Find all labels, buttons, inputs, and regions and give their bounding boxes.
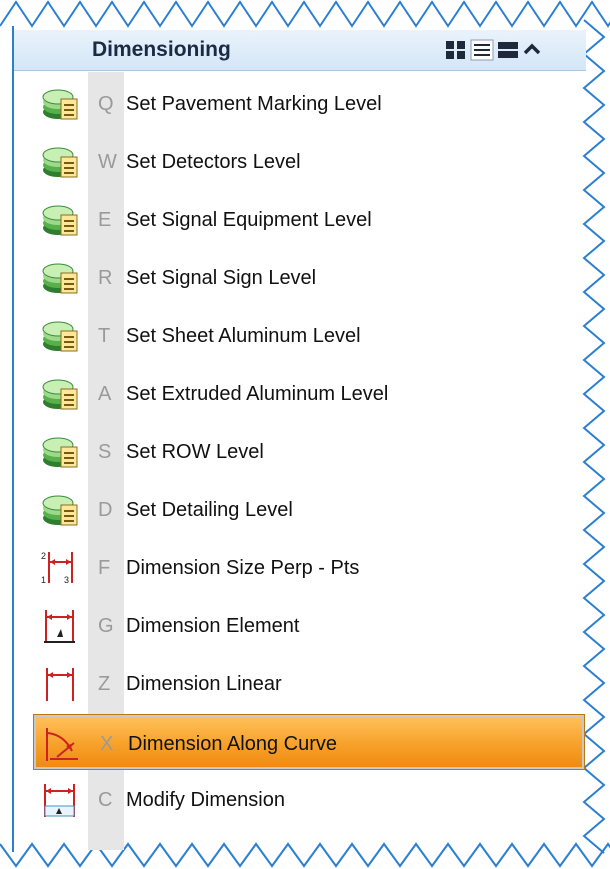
tool-label: Modify Dimension (126, 789, 285, 811)
level-stack-icon (42, 321, 78, 352)
shortcut-key: E (98, 209, 112, 231)
torn-edge-top (0, 0, 610, 28)
tool-label: Set Sheet Aluminum Level (126, 325, 361, 347)
tool-label: Set Signal Equipment Level (126, 209, 372, 231)
tool-item-set-detectors-level[interactable]: W Set Detectors Level (34, 135, 584, 189)
level-stack-icon (42, 263, 78, 294)
level-stack-icon (42, 437, 78, 468)
shortcut-key: X (100, 733, 114, 755)
shortcut-key: G (98, 615, 114, 637)
dimension-linear-icon (46, 668, 74, 701)
shortcut-key: S (98, 441, 112, 463)
shortcut-key: Q (98, 93, 114, 115)
tool-item-modify-dimension[interactable]: C Modify Dimension (34, 773, 584, 827)
dimension-along-curve-icon (46, 728, 78, 761)
tool-item-set-detailing-level[interactable]: D Set Detailing Level (34, 483, 584, 537)
collapse-icon[interactable] (520, 38, 544, 62)
tool-item-dimension-along-curve[interactable]: X Dimension Along Curve (33, 714, 585, 770)
modify-dimension-icon (44, 784, 75, 817)
tool-item-dimension-size-perp-pts[interactable]: 2 1 3 F Dimension Size Perp - Pts (34, 541, 584, 595)
shortcut-key: A (98, 383, 112, 405)
svg-text:1: 1 (41, 575, 46, 585)
detail-view-icon[interactable] (496, 38, 520, 62)
tool-label: Dimension Size Perp - Pts (126, 557, 360, 579)
shortcut-key: R (98, 267, 113, 289)
tool-label: Set Pavement Marking Level (126, 93, 382, 115)
tool-label: Dimension Along Curve (128, 733, 337, 755)
level-stack-icon (42, 379, 78, 410)
level-stack-icon (42, 147, 78, 178)
dimension-size-perp-icon: 2 1 3 (41, 551, 73, 585)
shortcut-key: C (98, 789, 113, 811)
panel-border-left (12, 26, 14, 852)
dimension-element-icon (44, 610, 75, 643)
tool-item-set-signal-sign-level[interactable]: R Set Signal Sign Level (34, 251, 584, 305)
tool-item-dimension-element[interactable]: G Dimension Element (34, 599, 584, 653)
svg-text:2: 2 (41, 551, 46, 561)
level-stack-icon (42, 89, 78, 120)
level-stack-icon (42, 495, 78, 526)
tool-label: Set Detectors Level (126, 151, 301, 173)
shortcut-key: Z (98, 673, 111, 695)
tool-label: Dimension Linear (126, 673, 282, 695)
tool-item-set-row-level[interactable]: S Set ROW Level (34, 425, 584, 479)
tool-item-dimension-linear[interactable]: Z Dimension Linear (34, 657, 584, 711)
grid-view-icon[interactable] (444, 38, 468, 62)
tool-label: Set Detailing Level (126, 499, 293, 521)
tool-label: Set Extruded Aluminum Level (126, 383, 389, 405)
shortcut-key: T (98, 325, 111, 347)
tool-label: Set Signal Sign Level (126, 267, 317, 289)
panel-title: Dimensioning (92, 38, 231, 61)
tool-label: Dimension Element (126, 615, 300, 637)
level-stack-icon (42, 205, 78, 236)
tool-item-set-pavement-marking-level[interactable]: Q Set Pavement Marking Level (34, 77, 584, 131)
panel-header[interactable]: Dimensioning (14, 30, 586, 71)
tool-item-set-sheet-aluminum-level[interactable]: T Set Sheet Aluminum Level (34, 309, 584, 363)
tool-item-set-signal-equipment-level[interactable]: E Set Signal Equipment Level (34, 193, 584, 247)
shortcut-key: D (98, 499, 113, 521)
tool-label: Set ROW Level (126, 441, 264, 463)
list-view-icon[interactable] (470, 38, 494, 62)
shortcut-key: F (98, 557, 111, 579)
tool-item-set-extruded-aluminum-level[interactable]: A Set Extruded Aluminum Level (34, 367, 584, 421)
shortcut-key: W (98, 151, 117, 173)
svg-text:3: 3 (64, 575, 69, 585)
